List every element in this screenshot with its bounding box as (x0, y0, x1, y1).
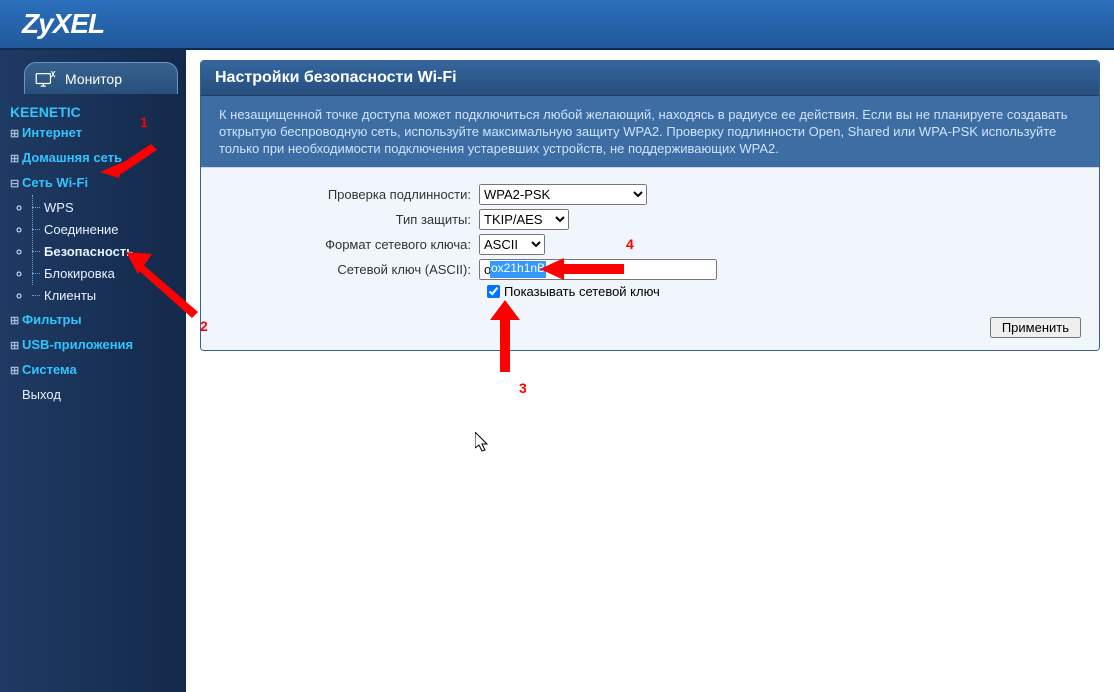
arrow-3-icon (480, 300, 530, 378)
panel: Настройки безопасности Wi-Fi К незащищен… (200, 60, 1100, 351)
arrow-2-icon (126, 246, 206, 318)
arrow-4-icon (540, 258, 626, 280)
sidebar-root-title: KEENETIC (10, 104, 182, 120)
keyfmt-label: Формат сетевого ключа: (219, 237, 479, 252)
nav-internet[interactable]: ⊞Интернет (10, 122, 182, 145)
key-label: Сетевой ключ (ASCII): (219, 262, 479, 277)
monitor-icon (35, 71, 57, 87)
keyformat-select[interactable]: ASCII (479, 234, 545, 255)
annotation-3: 3 (519, 380, 527, 396)
main-content: Настройки безопасности Wi-Fi К незащищен… (186, 50, 1114, 692)
logo: ZyXEL (22, 8, 104, 40)
auth-select[interactable]: WPA2-PSK (479, 184, 647, 205)
show-key-label: Показывать сетевой ключ (504, 284, 660, 299)
prot-label: Тип защиты: (219, 212, 479, 227)
show-key-checkbox[interactable] (487, 285, 500, 298)
nav-exit[interactable]: Выход (22, 384, 182, 406)
nav-wifi-wps[interactable]: WPS (32, 197, 182, 219)
arrow-1-icon (95, 144, 163, 178)
panel-title: Настройки безопасности Wi-Fi (201, 61, 1099, 96)
annotation-2: 2 (200, 318, 208, 334)
top-bar: ZyXEL (0, 0, 1114, 50)
apply-button[interactable]: Применить (990, 317, 1081, 338)
nav-wifi-connection[interactable]: Соединение (32, 219, 182, 241)
panel-body: Проверка подлинности: WPA2-PSK Тип защит… (201, 167, 1099, 350)
auth-label: Проверка подлинности: (219, 187, 479, 202)
annotation-1: 1 (140, 114, 148, 130)
protection-select[interactable]: TKIP/AES (479, 209, 569, 230)
nav-system[interactable]: ⊞Система (10, 359, 182, 382)
monitor-label: Монитор (65, 71, 122, 87)
annotation-4: 4 (626, 236, 634, 252)
monitor-tab[interactable]: Монитор (24, 62, 178, 94)
nav-usb[interactable]: ⊞USB-приложения (10, 334, 182, 357)
panel-info: К незащищенной точке доступа может подкл… (201, 96, 1099, 167)
mouse-cursor-icon (475, 432, 489, 452)
